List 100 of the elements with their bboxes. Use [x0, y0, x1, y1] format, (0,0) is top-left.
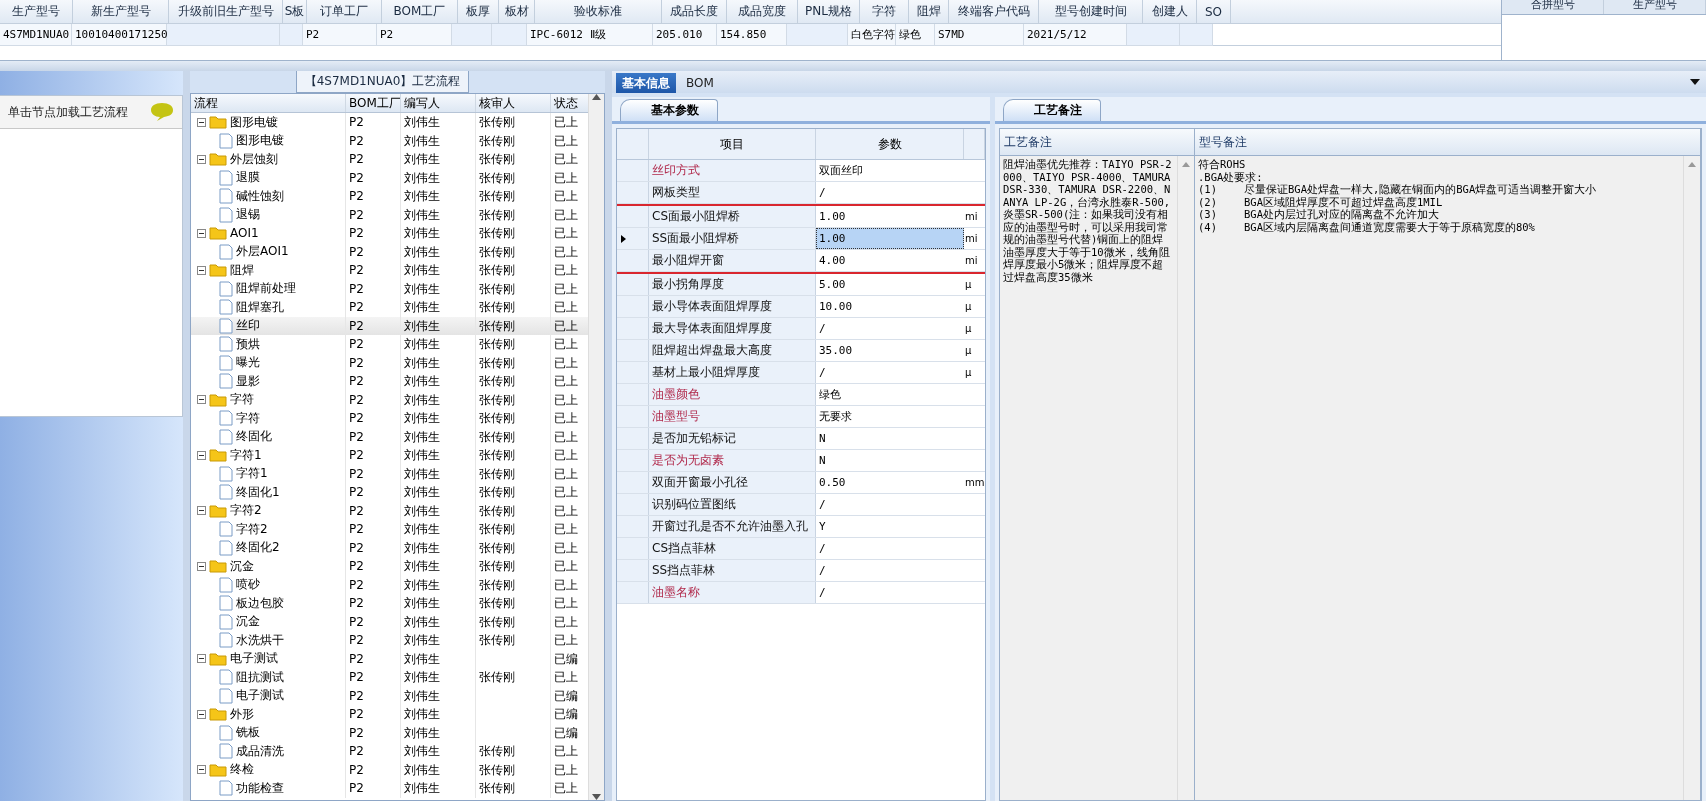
- step-label: 水洗烘干: [236, 631, 284, 649]
- document-icon: [219, 632, 233, 649]
- param-row[interactable]: CS挡点菲林 /: [617, 538, 985, 560]
- step-label: 阻抗测试: [236, 668, 284, 686]
- collapse-icon[interactable]: [197, 765, 206, 775]
- param-name: SS面最小阻焊桥: [649, 228, 816, 249]
- collapse-icon[interactable]: [197, 265, 206, 275]
- collapse-icon[interactable]: [197, 561, 206, 571]
- step-label: 成品清洗: [236, 742, 284, 760]
- step-label: 曝光: [236, 354, 260, 372]
- note-line: BGA处内层过孔对应的隔离盘不允许加大: [1244, 208, 1439, 221]
- document-icon: [219, 595, 233, 612]
- table-cell: P2: [346, 779, 401, 798]
- param-row[interactable]: 最小阻焊开窗 4.00 mi: [617, 250, 985, 272]
- table-cell: [452, 24, 492, 46]
- table-cell: 张传刚: [476, 335, 551, 354]
- scroll-down-icon[interactable]: [592, 794, 601, 800]
- table-cell: 张传刚: [476, 187, 551, 206]
- table-cell: 张传刚: [476, 298, 551, 317]
- param-unit: mi: [964, 254, 979, 268]
- param-row[interactable]: 双面开窗最小孔径 0.50 mm: [617, 472, 985, 494]
- column-header: 型号备注: [1195, 129, 1701, 155]
- table-cell: 张传刚: [476, 594, 551, 613]
- step-label: 字符2: [230, 502, 262, 520]
- column-header[interactable]: 核审人: [476, 94, 551, 112]
- item-number: (3): [1198, 208, 1218, 221]
- tab[interactable]: BOM: [680, 73, 720, 93]
- param-row[interactable]: 基材上最小阻焊厚度 / μ: [617, 362, 985, 384]
- collapse-icon[interactable]: [197, 654, 206, 664]
- column-header[interactable]: 项目: [649, 129, 816, 159]
- param-row[interactable]: 阻焊超出焊盘最大高度 35.00 μ: [617, 340, 985, 362]
- param-row[interactable]: SS面最小阻焊桥 1.00 mi: [617, 228, 985, 250]
- table-cell: P2: [346, 298, 401, 317]
- table-cell: 154.850: [717, 24, 787, 46]
- table-cell: 张传刚: [476, 742, 551, 761]
- param-row[interactable]: 最小拐角厚度 5.00 μ: [617, 274, 985, 296]
- table-cell: 张传刚: [476, 224, 551, 243]
- document-icon: [219, 373, 233, 390]
- collapse-icon[interactable]: [197, 395, 206, 405]
- step-label: 预烘: [236, 335, 260, 353]
- param-value[interactable]: 1.00: [816, 228, 964, 249]
- param-row[interactable]: 是否为无卤素 N: [617, 450, 985, 472]
- scrollbar[interactable]: [588, 94, 604, 800]
- param-row[interactable]: 油墨型号 无要求: [617, 406, 985, 428]
- param-row[interactable]: 丝印方式 双面丝印: [617, 160, 985, 182]
- document-icon: [219, 299, 233, 316]
- note-line: BGA区域阻焊厚度不可超过焊盘高度1MIL: [1244, 195, 1443, 208]
- step-label: 字符: [230, 391, 254, 409]
- table-cell: 刘伟生: [401, 224, 476, 243]
- param-name: 基材上最小阻焊厚度: [649, 362, 816, 383]
- document-icon: [219, 132, 233, 149]
- table-cell: [1180, 24, 1213, 46]
- document-icon: [219, 410, 233, 427]
- column-header[interactable]: 流程: [191, 94, 346, 112]
- param-row[interactable]: 网板类型 /: [617, 182, 985, 204]
- table-cell: S7MD: [935, 24, 1024, 46]
- param-row[interactable]: 最小导体表面阻焊厚度 10.00 μ: [617, 296, 985, 318]
- table-cell: 205.010: [653, 24, 717, 46]
- tab[interactable]: 基本信息: [616, 73, 676, 93]
- table-cell: 张传刚: [476, 261, 551, 280]
- param-name: 阻焊超出焊盘最大高度: [649, 340, 816, 361]
- table-cell: P2: [346, 705, 401, 724]
- collapse-icon[interactable]: [197, 154, 206, 164]
- param-name: CS面最小阻焊桥: [649, 206, 816, 227]
- param-row[interactable]: 是否加无铅标记 N: [617, 428, 985, 450]
- column-header[interactable]: BOM工厂: [346, 94, 401, 112]
- column-header[interactable]: 参数: [816, 129, 964, 159]
- step-label: 喷砂: [236, 576, 260, 594]
- table-cell: 刘伟生: [401, 705, 476, 724]
- table-cell: P2: [346, 520, 401, 539]
- param-row[interactable]: 开窗过孔是否不允许油墨入孔 Y: [617, 516, 985, 538]
- collapse-icon[interactable]: [197, 228, 206, 238]
- param-row[interactable]: 最大导体表面阻焊厚度 / μ: [617, 318, 985, 340]
- step-label: 电子测试: [236, 687, 284, 705]
- param-row[interactable]: CS面最小阻焊桥 1.00 mi: [617, 206, 985, 228]
- document-icon: [219, 687, 233, 704]
- dropdown-icon[interactable]: [1690, 79, 1700, 85]
- step-label: 丝印: [236, 317, 260, 335]
- collapse-icon[interactable]: [197, 506, 206, 516]
- step-label: 显影: [236, 372, 260, 390]
- tab[interactable]: 基本参数: [620, 99, 718, 121]
- column-header[interactable]: 编写人: [401, 94, 476, 112]
- param-unit: mm: [964, 476, 985, 490]
- table-cell: IPC-6012 Ⅱ级: [527, 24, 653, 46]
- param-row[interactable]: SS挡点菲林 /: [617, 560, 985, 582]
- param-row[interactable]: 油墨颜色 绿色: [617, 384, 985, 406]
- table-cell: P2: [346, 742, 401, 761]
- step-label: 外层蚀刻: [230, 150, 278, 168]
- document-icon: [219, 743, 233, 760]
- table-cell: 10010400171250: [72, 24, 167, 46]
- collapse-icon[interactable]: [197, 117, 206, 127]
- collapse-icon[interactable]: [197, 450, 206, 460]
- table-cell: P2: [346, 594, 401, 613]
- collapse-icon[interactable]: [197, 709, 206, 719]
- param-unit: μ: [964, 344, 973, 358]
- param-row[interactable]: 识别码位置图纸 /: [617, 494, 985, 516]
- param-row[interactable]: 油墨名称 /: [617, 582, 985, 604]
- step-label: 沉金: [230, 557, 254, 575]
- step-label: 图形电镀: [230, 113, 278, 131]
- tab[interactable]: 工艺备注: [1003, 99, 1101, 121]
